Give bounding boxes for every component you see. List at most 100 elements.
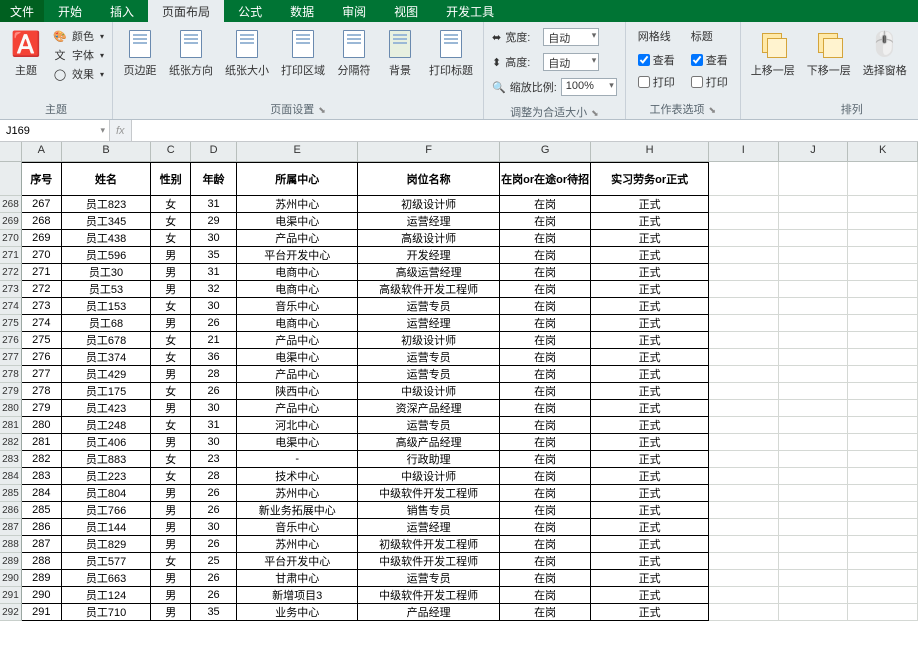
cell[interactable] bbox=[709, 264, 779, 281]
cell[interactable] bbox=[779, 315, 849, 332]
cell[interactable]: 员工53 bbox=[62, 281, 152, 298]
cell[interactable]: 员工829 bbox=[62, 536, 152, 553]
cell[interactable]: 初级设计师 bbox=[358, 332, 499, 349]
height-combo[interactable]: 自动 bbox=[543, 53, 599, 71]
cell[interactable] bbox=[848, 553, 918, 570]
fonts-button[interactable]: 文字体▾ bbox=[52, 47, 104, 63]
cell[interactable] bbox=[848, 417, 918, 434]
row-head[interactable]: 290 bbox=[0, 570, 22, 587]
cell[interactable]: 中级软件开发工程师 bbox=[358, 553, 499, 570]
cell[interactable]: 279 bbox=[22, 400, 62, 417]
cell[interactable]: 在岗 bbox=[500, 536, 592, 553]
cell[interactable]: 平台开发中心 bbox=[237, 247, 358, 264]
cell[interactable]: 正式 bbox=[591, 553, 708, 570]
col-head-E[interactable]: E bbox=[237, 142, 358, 161]
cell[interactable]: 在岗 bbox=[500, 519, 592, 536]
cell[interactable] bbox=[709, 298, 779, 315]
cell[interactable]: - bbox=[237, 451, 358, 468]
cell[interactable] bbox=[779, 502, 849, 519]
cell[interactable]: 音乐中心 bbox=[237, 298, 358, 315]
cell[interactable] bbox=[709, 468, 779, 485]
header-cell[interactable] bbox=[709, 162, 779, 196]
cell[interactable] bbox=[779, 587, 849, 604]
cell[interactable] bbox=[779, 298, 849, 315]
header-cell[interactable]: 在岗or在途or待招 bbox=[500, 162, 592, 196]
cell[interactable]: 产品中心 bbox=[237, 230, 358, 247]
cell[interactable] bbox=[779, 332, 849, 349]
col-head-F[interactable]: F bbox=[358, 142, 499, 161]
cell[interactable]: 运营专员 bbox=[358, 298, 499, 315]
cell[interactable]: 员工663 bbox=[62, 570, 152, 587]
cell[interactable]: 中级设计师 bbox=[358, 383, 499, 400]
cell[interactable]: 女 bbox=[151, 553, 191, 570]
cell[interactable]: 员工596 bbox=[62, 247, 152, 264]
cell[interactable]: 女 bbox=[151, 298, 191, 315]
cell[interactable]: 32 bbox=[191, 281, 237, 298]
cell[interactable] bbox=[779, 264, 849, 281]
row-head[interactable]: 292 bbox=[0, 604, 22, 621]
cell[interactable]: 289 bbox=[22, 570, 62, 587]
cell[interactable]: 29 bbox=[191, 213, 237, 230]
cell[interactable] bbox=[709, 417, 779, 434]
header-cell[interactable]: 性别 bbox=[151, 162, 191, 196]
row-head[interactable]: 286 bbox=[0, 502, 22, 519]
cell[interactable]: 正式 bbox=[591, 264, 708, 281]
cell[interactable]: 31 bbox=[191, 417, 237, 434]
cell[interactable]: 运营专员 bbox=[358, 349, 499, 366]
col-head-H[interactable]: H bbox=[591, 142, 708, 161]
cell[interactable]: 正式 bbox=[591, 570, 708, 587]
row-head[interactable]: 283 bbox=[0, 451, 22, 468]
cell[interactable] bbox=[709, 366, 779, 383]
header-cell[interactable]: 所属中心 bbox=[237, 162, 358, 196]
cell[interactable]: 员工710 bbox=[62, 604, 152, 621]
cell[interactable]: 21 bbox=[191, 332, 237, 349]
cell[interactable]: 电商中心 bbox=[237, 315, 358, 332]
bring-forward-button[interactable]: 上移一层 bbox=[747, 26, 799, 80]
cell[interactable]: 女 bbox=[151, 196, 191, 213]
cell[interactable]: 26 bbox=[191, 383, 237, 400]
cell[interactable] bbox=[779, 451, 849, 468]
header-cell[interactable]: 实习劳务or正式 bbox=[591, 162, 708, 196]
cell[interactable] bbox=[709, 485, 779, 502]
cell[interactable]: 30 bbox=[191, 519, 237, 536]
cell[interactable] bbox=[779, 400, 849, 417]
cell[interactable]: 277 bbox=[22, 366, 62, 383]
cell[interactable]: 285 bbox=[22, 502, 62, 519]
cell[interactable]: 员工438 bbox=[62, 230, 152, 247]
cell[interactable]: 技术中心 bbox=[237, 468, 358, 485]
cell[interactable] bbox=[848, 332, 918, 349]
cell[interactable]: 30 bbox=[191, 434, 237, 451]
cell[interactable]: 男 bbox=[151, 502, 191, 519]
cell[interactable] bbox=[848, 587, 918, 604]
cell[interactable]: 288 bbox=[22, 553, 62, 570]
cell[interactable]: 产品经理 bbox=[358, 604, 499, 621]
orientation-button[interactable]: 纸张方向 bbox=[165, 26, 217, 80]
cell[interactable]: 员工144 bbox=[62, 519, 152, 536]
background-button[interactable]: 背景 bbox=[379, 26, 421, 80]
cell[interactable]: 在岗 bbox=[500, 451, 592, 468]
cell[interactable]: 26 bbox=[191, 587, 237, 604]
cell[interactable]: 正式 bbox=[591, 196, 708, 213]
col-head-C[interactable]: C bbox=[151, 142, 191, 161]
cell[interactable]: 电渠中心 bbox=[237, 349, 358, 366]
cell[interactable]: 26 bbox=[191, 570, 237, 587]
cell[interactable]: 男 bbox=[151, 587, 191, 604]
cell[interactable]: 中级软件开发工程师 bbox=[358, 587, 499, 604]
cell[interactable]: 23 bbox=[191, 451, 237, 468]
cell[interactable] bbox=[779, 536, 849, 553]
cell[interactable]: 280 bbox=[22, 417, 62, 434]
cell[interactable]: 正式 bbox=[591, 349, 708, 366]
row-head[interactable]: 269 bbox=[0, 213, 22, 230]
cell[interactable]: 284 bbox=[22, 485, 62, 502]
cell[interactable]: 苏州中心 bbox=[237, 485, 358, 502]
cell[interactable]: 26 bbox=[191, 536, 237, 553]
cell[interactable]: 员工804 bbox=[62, 485, 152, 502]
cell[interactable] bbox=[779, 196, 849, 213]
cell[interactable]: 电渠中心 bbox=[237, 213, 358, 230]
cell[interactable]: 274 bbox=[22, 315, 62, 332]
cell[interactable] bbox=[779, 553, 849, 570]
cell[interactable]: 正式 bbox=[591, 451, 708, 468]
cell[interactable]: 272 bbox=[22, 281, 62, 298]
group-sheet-options-label[interactable]: 工作表选项 bbox=[632, 99, 734, 119]
cell[interactable] bbox=[779, 230, 849, 247]
